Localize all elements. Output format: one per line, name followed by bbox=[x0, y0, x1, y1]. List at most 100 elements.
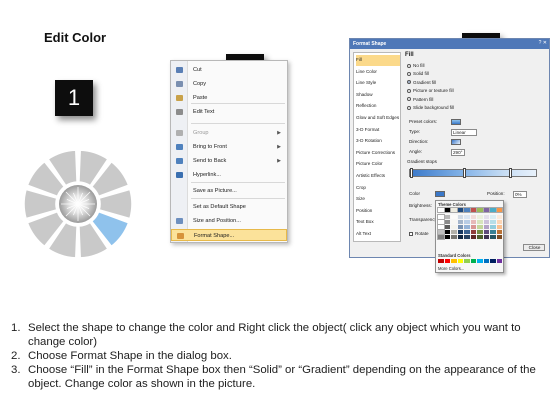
menu-item-size-and-position[interactable]: Size and Position... bbox=[171, 215, 287, 227]
nav-item-3-d-rotation[interactable]: 3-D Rotation bbox=[356, 136, 400, 147]
theme-color-swatch[interactable] bbox=[477, 225, 483, 230]
nav-item-artistic-effects[interactable]: Artistic Effects bbox=[356, 171, 400, 182]
standard-color-swatch[interactable] bbox=[464, 259, 470, 264]
theme-color-swatch[interactable] bbox=[437, 228, 445, 236]
theme-color-swatch[interactable] bbox=[483, 220, 490, 225]
theme-color-swatch[interactable] bbox=[464, 215, 470, 220]
theme-color-swatch[interactable] bbox=[437, 233, 445, 241]
standard-color-swatch[interactable] bbox=[444, 259, 451, 264]
nav-item-fill[interactable]: Fill bbox=[356, 55, 400, 66]
theme-color-swatch[interactable] bbox=[477, 215, 483, 220]
angle-input[interactable]: 290° bbox=[451, 149, 465, 156]
theme-color-swatch[interactable] bbox=[451, 235, 457, 240]
theme-color-swatch[interactable] bbox=[496, 220, 503, 225]
theme-color-swatch[interactable] bbox=[444, 230, 451, 235]
radio-button[interactable] bbox=[407, 71, 411, 76]
gradient-stop-handle[interactable] bbox=[410, 168, 413, 178]
direction-button[interactable] bbox=[451, 139, 461, 145]
theme-color-swatch[interactable] bbox=[451, 230, 457, 235]
segmented-wheel-shape[interactable] bbox=[22, 148, 134, 260]
position-input[interactable]: 0% bbox=[513, 191, 527, 198]
theme-color-swatch[interactable] bbox=[463, 206, 471, 214]
theme-color-swatch[interactable] bbox=[470, 225, 477, 230]
theme-color-swatch[interactable] bbox=[496, 230, 503, 235]
fill-option-pattern-fill[interactable]: Pattern fill bbox=[407, 96, 433, 103]
standard-color-swatch[interactable] bbox=[438, 259, 444, 264]
nav-item-text-box[interactable]: Text Box bbox=[356, 217, 400, 228]
nav-item-shadow[interactable]: Shadow bbox=[356, 90, 400, 101]
theme-color-swatch[interactable] bbox=[457, 220, 464, 225]
menu-item-paste[interactable]: Paste bbox=[171, 92, 287, 104]
menu-item-bring-to-front[interactable]: Bring to Front ▶ bbox=[171, 141, 287, 153]
theme-color-swatch[interactable] bbox=[464, 225, 470, 230]
theme-color-swatch[interactable] bbox=[451, 215, 457, 220]
theme-color-swatch[interactable] bbox=[470, 230, 477, 235]
type-select[interactable]: Linear bbox=[451, 129, 477, 136]
theme-color-swatch[interactable] bbox=[490, 225, 496, 230]
theme-color-swatch[interactable] bbox=[444, 215, 451, 220]
theme-color-swatch[interactable] bbox=[483, 230, 490, 235]
menu-item-save-as-picture[interactable]: Save as Picture... bbox=[171, 185, 287, 197]
nav-item-alt-text[interactable]: Alt Text bbox=[356, 229, 400, 240]
standard-color-swatch[interactable] bbox=[477, 259, 483, 264]
nav-item-position[interactable]: Position bbox=[356, 206, 400, 217]
nav-item-crop[interactable]: Crop bbox=[356, 183, 400, 194]
radio-button[interactable] bbox=[407, 80, 411, 85]
standard-color-swatch[interactable] bbox=[483, 259, 490, 264]
gradient-stop-handle[interactable] bbox=[509, 168, 512, 178]
theme-color-swatch[interactable] bbox=[496, 215, 503, 220]
standard-color-swatch[interactable] bbox=[496, 259, 503, 264]
theme-color-swatch[interactable] bbox=[464, 220, 470, 225]
theme-color-swatch[interactable] bbox=[495, 206, 504, 214]
theme-color-swatch[interactable] bbox=[457, 230, 464, 235]
nav-item-picture-corrections[interactable]: Picture Corrections bbox=[356, 148, 400, 159]
menu-item-edit-text[interactable]: Edit Text bbox=[171, 106, 287, 118]
theme-color-swatch[interactable] bbox=[443, 206, 452, 214]
theme-color-swatch[interactable] bbox=[450, 206, 458, 214]
dialog-close-icon[interactable]: ? ✕ bbox=[539, 40, 547, 46]
nav-item-line-color[interactable]: Line Color bbox=[356, 67, 400, 78]
preset-colors-button[interactable] bbox=[451, 119, 461, 125]
menu-item-copy[interactable]: Copy bbox=[171, 78, 287, 90]
fill-option-no-fill[interactable]: No fill bbox=[407, 62, 425, 69]
theme-color-swatch[interactable] bbox=[437, 213, 445, 221]
fill-option-slide-background-fill[interactable]: Slide background fill bbox=[407, 104, 454, 111]
menu-item-cut[interactable]: Cut bbox=[171, 64, 287, 76]
theme-color-swatch[interactable] bbox=[490, 235, 496, 240]
theme-color-swatch[interactable] bbox=[477, 220, 483, 225]
rotate-checkbox[interactable] bbox=[409, 231, 413, 236]
theme-color-swatch[interactable] bbox=[470, 215, 477, 220]
theme-color-swatch[interactable] bbox=[483, 215, 490, 220]
radio-button[interactable] bbox=[407, 105, 411, 110]
close-button[interactable]: Close bbox=[523, 244, 545, 251]
theme-color-swatch[interactable] bbox=[490, 230, 496, 235]
menu-item-hyperlink[interactable]: Hyperlink... bbox=[171, 169, 287, 181]
radio-button[interactable] bbox=[407, 97, 411, 102]
nav-item-line-style[interactable]: Line Style bbox=[356, 78, 400, 89]
color-picker-button[interactable] bbox=[435, 191, 445, 197]
nav-item-glow-and-soft-edges[interactable]: Glow and Soft Edges bbox=[356, 113, 400, 124]
theme-color-swatch[interactable] bbox=[444, 225, 451, 230]
theme-color-swatch[interactable] bbox=[456, 206, 465, 214]
standard-color-swatch[interactable] bbox=[470, 259, 477, 264]
menu-item-set-as-default-shape[interactable]: Set as Default Shape bbox=[171, 201, 287, 213]
standard-color-swatch[interactable] bbox=[457, 259, 464, 264]
theme-color-swatch[interactable] bbox=[470, 220, 477, 225]
theme-color-swatch[interactable] bbox=[476, 206, 484, 214]
standard-color-swatch[interactable] bbox=[490, 259, 496, 264]
standard-color-swatch[interactable] bbox=[451, 259, 457, 264]
fill-option-gradient-fill[interactable]: Gradient fill bbox=[407, 79, 436, 86]
theme-color-swatch[interactable] bbox=[437, 218, 445, 226]
theme-color-swatch[interactable] bbox=[444, 220, 451, 225]
theme-color-swatch[interactable] bbox=[457, 215, 464, 220]
theme-color-swatch[interactable] bbox=[437, 223, 445, 231]
theme-color-swatch[interactable] bbox=[483, 225, 490, 230]
theme-color-swatch[interactable] bbox=[464, 230, 470, 235]
fill-option-solid-fill[interactable]: Solid fill bbox=[407, 70, 429, 77]
theme-color-swatch[interactable] bbox=[496, 235, 503, 240]
theme-color-swatch[interactable] bbox=[482, 206, 491, 214]
nav-item-picture-color[interactable]: Picture Color bbox=[356, 159, 400, 170]
menu-item-send-to-back[interactable]: Send to Back ▶ bbox=[171, 155, 287, 167]
gradient-stops-bar[interactable] bbox=[409, 169, 537, 177]
theme-color-swatch[interactable] bbox=[477, 230, 483, 235]
